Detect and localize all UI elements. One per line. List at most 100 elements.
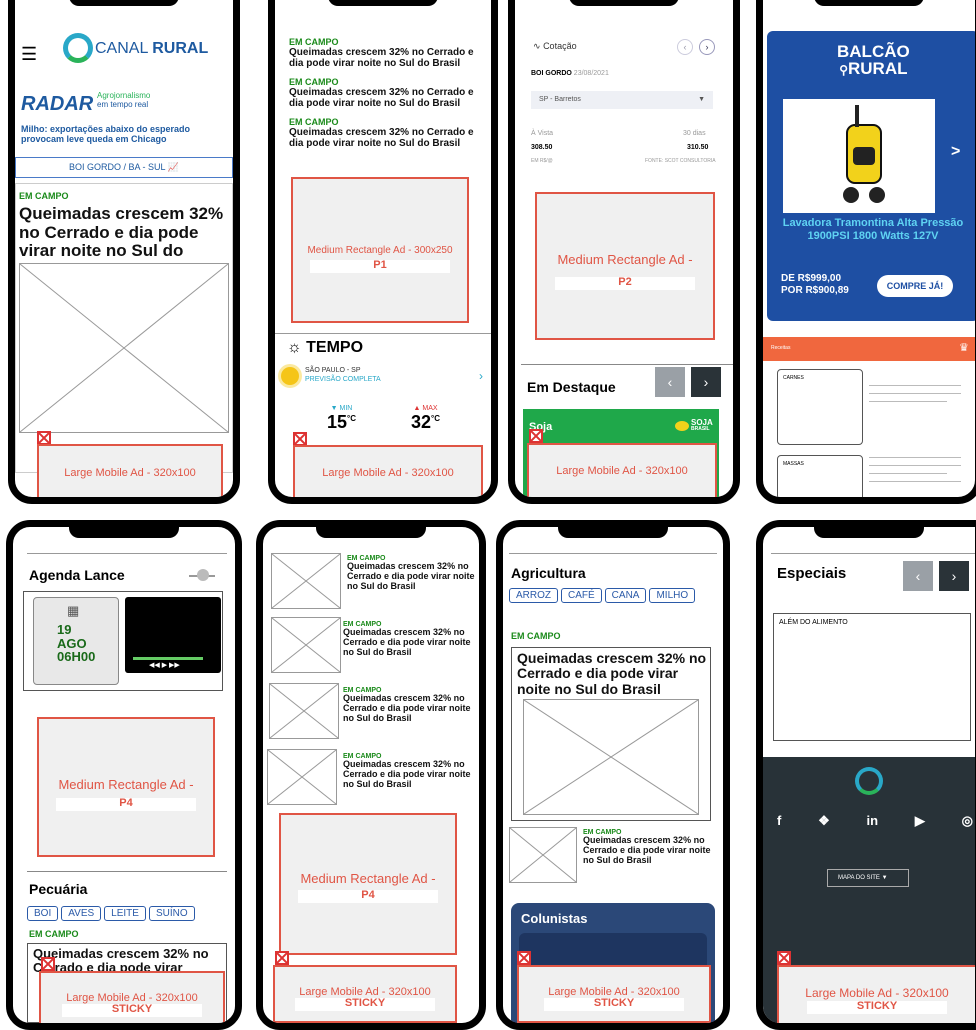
sticky-ad[interactable]: Large Mobile Ad - 320x100 STICKY [777,965,975,1023]
tag-arroz[interactable]: ARROZ [509,588,558,603]
tag-leite[interactable]: LEITE [104,906,146,921]
headline[interactable]: Queimadas crescem 32% no Cerrado e dia p… [343,759,473,790]
tag-milho[interactable]: MILHO [649,588,696,603]
product-name[interactable]: Lavadora Tramontina Alta Pressão 1900PSI… [775,217,971,242]
canal-rural-logo-icon[interactable] [63,33,93,63]
close-ad-icon[interactable] [777,951,791,965]
carousel-prev-button[interactable]: ‹ [655,367,685,397]
large-mobile-ad[interactable]: Large Mobile Ad - 320x100 [37,444,223,497]
degree-unit: °C [431,414,441,423]
carousel-next-button[interactable]: › [939,561,969,591]
facebook-icon[interactable]: f [777,813,781,829]
linkedin-icon[interactable]: in [867,813,879,829]
banner-next-icon[interactable]: > [951,143,960,161]
medium-rectangle-ad[interactable]: Medium Rectangle Ad - P4 [37,717,215,857]
close-ad-icon[interactable] [275,951,289,965]
toggle-knob[interactable] [197,569,209,581]
sticky-ad[interactable]: Large Mobile Ad - 320x100 STICKY [39,971,225,1023]
thumb-placeholder [271,617,341,673]
headline[interactable]: Queimadas crescem 32% no Cerrado e dia p… [347,561,477,592]
headline[interactable]: Queimadas crescem 32% no Cerrado e dia p… [289,127,489,149]
tag-aves[interactable]: AVES [61,906,102,921]
source: FONTE: SCOT CONSULTORIA [645,158,716,164]
close-ad-icon[interactable] [41,957,55,971]
list-item[interactable]: EM CAMPO Queimadas crescem 32% no Cerrado… [347,555,477,592]
headline[interactable]: Queimadas crescem 32% no Cerrado e dia p… [343,693,473,724]
region-select[interactable]: SP - Barretos ▼ [531,91,713,109]
radar-logo: RADAR [21,93,94,115]
pressure-washer-icon [843,105,885,203]
youtube-icon[interactable]: ▶ [915,813,925,829]
carousel-prev-button[interactable]: ‹ [903,561,933,591]
tag-boi[interactable]: BOI [27,906,59,921]
especiais-title: Especiais [777,565,847,582]
max-value: 32 [411,412,432,432]
thumb-placeholder [267,749,337,805]
sitemap-select[interactable]: MAPA DO SITE ▼ [827,869,909,887]
footer-logo-icon[interactable] [855,767,883,795]
cotacao-title: ∿ Cotação [533,41,577,52]
large-mobile-ad[interactable]: Large Mobile Ad - 320x100 [527,443,717,497]
list-item[interactable]: EM CAMPO Queimadas crescem 32% no Cerrado… [343,753,473,790]
min-label: ▼ MIN [330,405,353,412]
playback-controls-icon[interactable]: ◀◀ ▶ ▶▶ [149,661,180,669]
ad-position: P4 [56,798,196,811]
phone-notch [69,0,179,6]
ad-label: Medium Rectangle Ad - [557,252,693,267]
prev-button[interactable]: ‹ [677,39,693,55]
sticky-label: STICKY [544,998,684,1011]
ticker-bar[interactable]: BOI GORDO / BA - SUL 📈 [15,157,233,178]
carousel-next-button[interactable]: › [691,367,721,397]
price-from: DE R$999,00 [781,273,842,284]
phone-notch [69,527,179,538]
headline[interactable]: Queimadas crescem 32% no Cerrado e dia p… [517,650,707,697]
trend-icon: ∿ [533,41,541,51]
especial-card[interactable] [773,613,971,741]
radar-news[interactable]: Milho: exportações abaixo do esperado pr… [21,124,231,145]
headline[interactable]: Queimadas crescem 32% no Cerrado e dia p… [343,627,473,658]
phone-notch [814,0,924,6]
sticky-ad[interactable]: Large Mobile Ad - 320x100 STICKY [517,965,711,1023]
next-button[interactable]: › [699,39,715,55]
forecast-link[interactable]: PREVISÃO COMPLETA [305,376,381,383]
menu-icon[interactable]: ☰ [21,45,37,63]
tag-cana[interactable]: CANA [604,588,647,603]
video-progress[interactable] [133,657,203,660]
instagram-icon[interactable]: ◎ [962,813,973,829]
section-label: EM CAMPO [289,37,339,47]
tag-suino[interactable]: SUÍNO [148,906,195,921]
headline[interactable]: Queimadas crescem 32% no Cerrado e dia p… [289,47,489,69]
phone-home: ☰ CANAL RURAL RADAR Agrojornalismo em tem… [8,0,240,504]
list-item[interactable]: EM CAMPO Queimadas crescem 32% no Cerrado… [583,829,713,866]
twitter-icon[interactable]: ❖ [818,813,830,829]
price-30dias: 310.50 [687,144,709,151]
sticky-ad[interactable]: Large Mobile Ad - 320x100 STICKY [273,965,457,1023]
close-ad-icon[interactable] [293,432,307,446]
list-item[interactable]: EM CAMPO Queimadas crescem 32% no Cerrado… [343,621,473,658]
close-ad-icon[interactable] [517,951,531,965]
ad-position: P2 [555,277,695,290]
caret-down-icon: ▼ [698,96,705,103]
chart-icon: 📈 [167,162,179,172]
phone-notch [316,527,426,538]
placeholder-cross-icon [271,617,341,673]
divider [27,871,227,872]
medium-rectangle-ad[interactable]: Medium Rectangle Ad - P2 [535,192,715,340]
large-mobile-ad[interactable]: Large Mobile Ad - 320x100 [293,445,483,497]
chevron-right-icon[interactable]: › [479,369,483,383]
headline[interactable]: Queimadas crescem 32% no Cerrado e dia p… [289,87,489,109]
list-item[interactable]: EM CAMPO Queimadas crescem 32% no Cerrado… [343,687,473,724]
close-ad-icon[interactable] [37,431,51,445]
news-list: EM CAMPO Queimadas crescem 32% no Cerrad… [289,37,489,149]
thumb-placeholder [509,827,577,883]
headline[interactable]: Queimadas crescem 32% no Cerrado e dia p… [583,835,713,866]
buy-button[interactable]: COMPRE JÁ! [877,275,953,297]
phone-list: EM CAMPO Queimadas crescem 32% no Cerrado… [256,520,486,1030]
tag-cafe[interactable]: CAFÉ [561,588,602,603]
close-ad-icon[interactable] [529,429,543,443]
col-30dias: 30 dias [683,130,706,137]
calendar-icon: ▦ [67,603,80,618]
medium-rectangle-ad[interactable]: Medium Rectangle Ad - P4 [279,813,457,955]
medium-rectangle-ad[interactable]: Medium Rectangle Ad - 300x250 P1 [291,177,469,323]
placeholder-cross-icon [509,827,577,883]
